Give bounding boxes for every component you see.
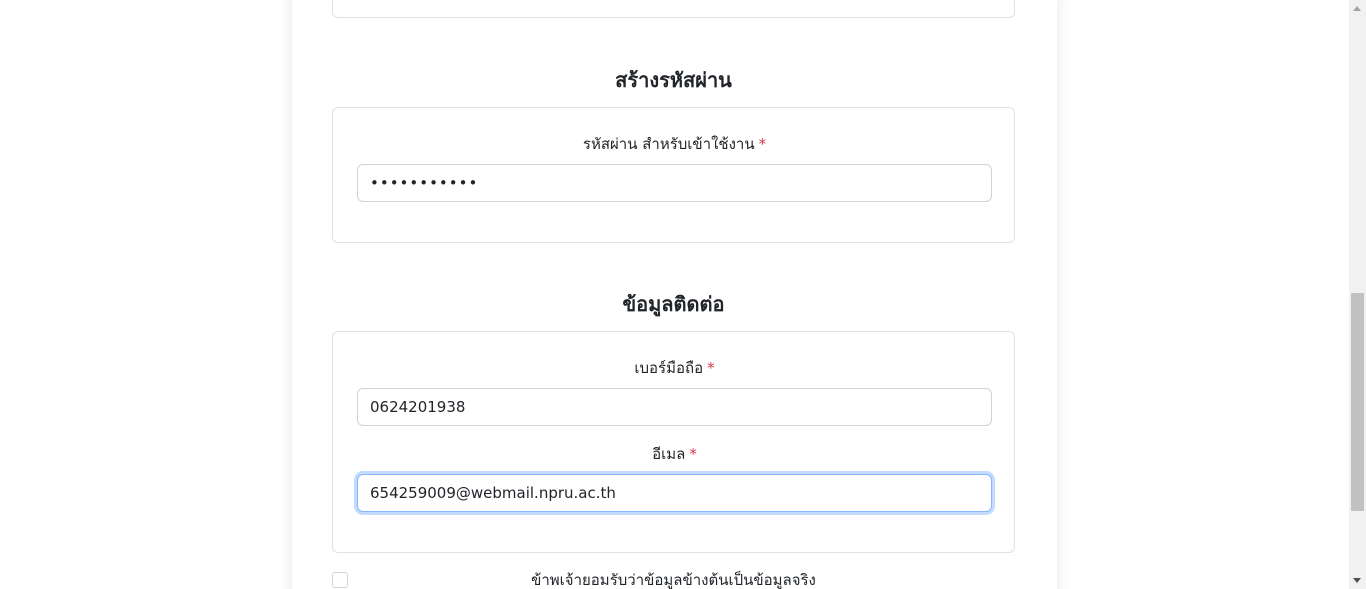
- consent-checkbox[interactable]: [332, 572, 348, 588]
- password-required-mark: *: [758, 135, 767, 153]
- phone-required-mark: *: [707, 359, 715, 377]
- page-scrollbar[interactable]: [1349, 0, 1366, 589]
- password-section-title: สร้างรหัสผ่าน: [615, 68, 732, 92]
- phone-label-text: เบอร์มือถือ: [634, 359, 704, 377]
- contact-section-title: ข้อมูลติดต่อ: [622, 292, 725, 316]
- page: สร้างรหัสผ่าน รหัสผ่าน สำหรับเข้าใช้งาน *…: [0, 0, 1366, 589]
- password-input[interactable]: [357, 164, 992, 202]
- email-input[interactable]: [357, 474, 992, 512]
- consent-text: ข้าพเจ้ายอมรับว่าข้อมูลข้างต้นเป็นข้อมูล…: [531, 571, 816, 589]
- scroll-down-arrow-icon[interactable]: [1353, 578, 1361, 583]
- password-label: รหัสผ่าน สำหรับเข้าใช้งาน *: [357, 135, 992, 153]
- scroll-up-arrow-icon[interactable]: [1353, 6, 1361, 11]
- previous-section-box: [332, 0, 1015, 18]
- scrollbar-thumb[interactable]: [1351, 293, 1364, 511]
- email-label: อีเมล *: [357, 445, 992, 463]
- email-label-text: อีเมล: [652, 445, 686, 463]
- password-label-text: รหัสผ่าน สำหรับเข้าใช้งาน: [582, 135, 755, 153]
- consent-row: ข้าพเจ้ายอมรับว่าข้อมูลข้างต้นเป็นข้อมูล…: [332, 570, 1015, 589]
- phone-input[interactable]: [357, 388, 992, 426]
- email-required-mark: *: [689, 445, 697, 463]
- phone-label: เบอร์มือถือ *: [357, 359, 992, 377]
